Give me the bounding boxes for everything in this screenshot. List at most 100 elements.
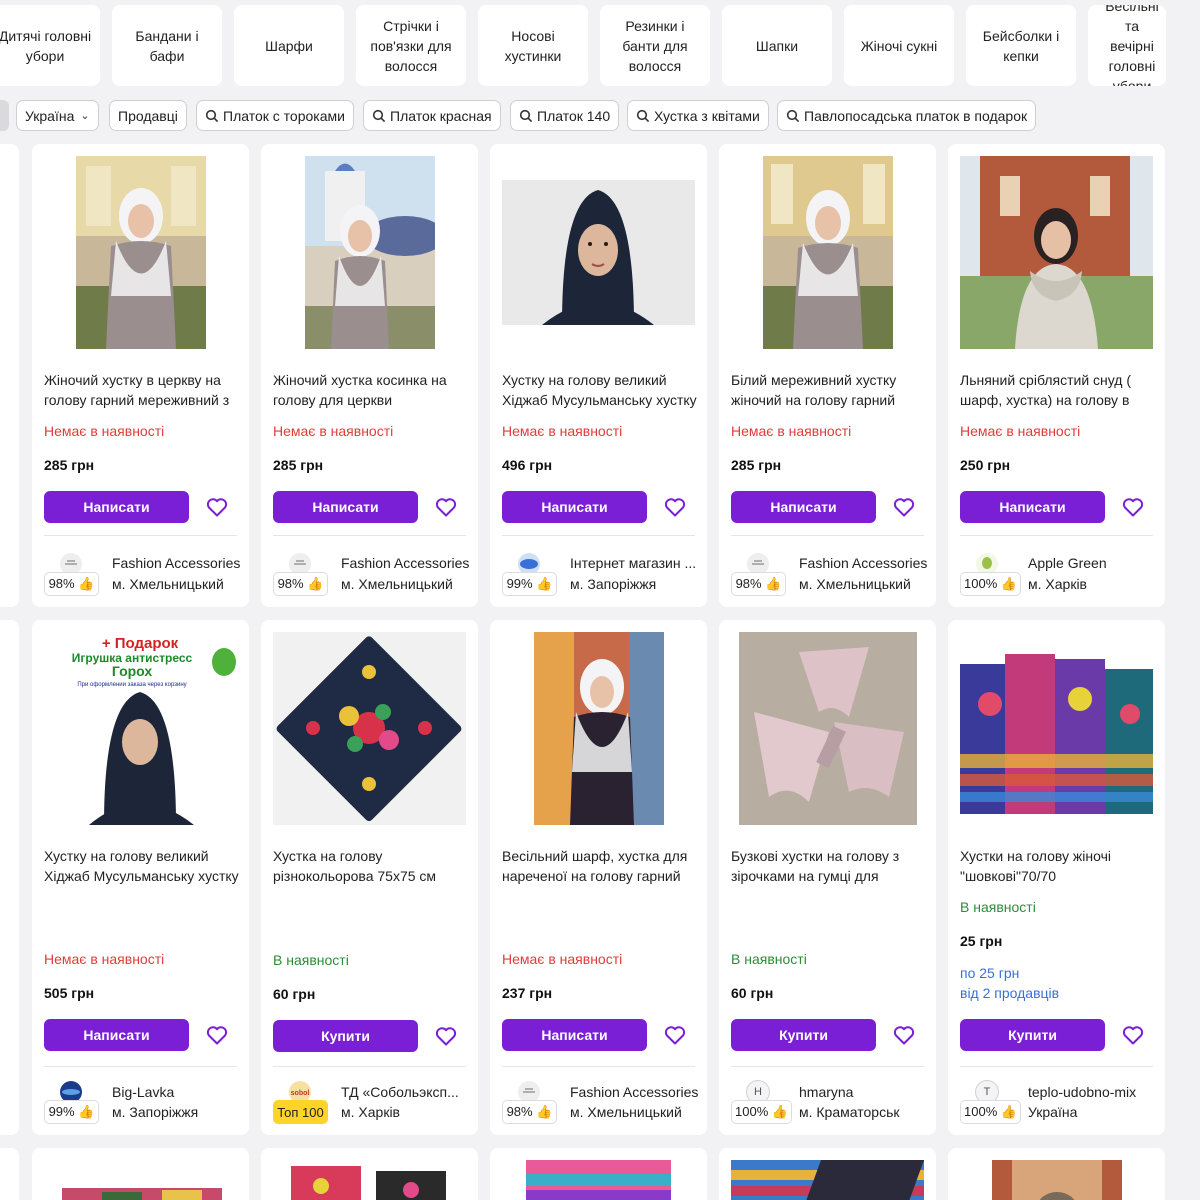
product-image[interactable] (526, 1160, 671, 1200)
seller-name[interactable]: Apple Green (1028, 555, 1158, 571)
product-title[interactable]: Жіночий хустка косинка на голову для цер… (273, 370, 469, 410)
product-title[interactable]: Хустки на голову жіночі "шовкові"70/70 (960, 846, 1156, 886)
price-from-link[interactable]: по 25 грн (960, 963, 1019, 983)
category-handkerchiefs[interactable]: Носові хустинки (478, 5, 588, 86)
heart-icon[interactable] (892, 495, 916, 519)
write-button[interactable]: Написати (731, 491, 876, 523)
buy-button[interactable]: Купити (731, 1019, 876, 1051)
seller-rating: 99% 👍 (502, 572, 557, 596)
seller-name[interactable]: ТД «Собольэксп... (341, 1084, 471, 1100)
divider (731, 1066, 924, 1067)
search-chip-torokamy[interactable]: Платок с тороками (196, 100, 354, 131)
product-price: 496 грн (502, 457, 553, 473)
product-card[interactable] (719, 1148, 936, 1200)
category-hair-ribbons[interactable]: Стрічки і пов'язки для волосся (356, 5, 466, 86)
seller-name[interactable]: Fashion Accessories (799, 555, 929, 571)
write-button[interactable]: Написати (502, 1019, 647, 1051)
seller-name[interactable]: teplo-udobno-mix (1028, 1084, 1158, 1100)
seller-name[interactable]: hmaryna (799, 1084, 929, 1100)
search-chip-pavlopasad[interactable]: Павлопосадська платок в подарок (777, 100, 1037, 131)
seller-name[interactable]: Fashion Accessories (112, 555, 242, 571)
product-card[interactable] (261, 1148, 478, 1200)
product-title[interactable]: Хустку на голову великий Хіджаб Мусульма… (502, 370, 698, 410)
heart-icon[interactable] (1121, 1023, 1145, 1047)
category-dresses[interactable]: Жіночі сукні (844, 5, 954, 86)
buy-button[interactable]: Купити (960, 1019, 1105, 1051)
product-image[interactable] (992, 1160, 1122, 1200)
product-card[interactable]: Жіночий хустка косинка на голову для цер… (261, 144, 478, 607)
product-image[interactable] (273, 632, 466, 825)
write-button[interactable]: Написати (960, 491, 1105, 523)
heart-icon[interactable] (205, 495, 229, 519)
product-card[interactable]: Бузкові хустки на голову з зірочками на … (719, 620, 936, 1135)
product-photo-hijab-promo: + Подарок Игрушка антистресс Горох При о… (44, 632, 237, 825)
category-hats[interactable]: Шапки (722, 5, 832, 86)
seller-name[interactable]: Інтернет магазин ... (570, 555, 700, 571)
product-card[interactable] (490, 1148, 707, 1200)
product-card[interactable]: Хустки на голову жіночі "шовкові"70/70 В… (948, 620, 1165, 1135)
category-wedding-headwear[interactable]: Весільні та вечірні головні убори (1088, 5, 1166, 86)
product-card[interactable]: Хустка на голову різнокольорова 75х75 см… (261, 620, 478, 1135)
search-icon (372, 109, 386, 122)
product-image[interactable] (281, 1156, 461, 1200)
search-chip-flowers[interactable]: Хустка з квітами (627, 100, 769, 131)
product-title[interactable]: Хустку на голову великий Хіджаб Мусульма… (44, 846, 240, 886)
product-title[interactable]: Жіночий хустку в церкву на голову гарний… (44, 370, 240, 410)
product-image[interactable] (731, 1160, 924, 1200)
buy-button[interactable]: Купити (273, 1020, 418, 1052)
product-card[interactable]: Жіночий хустку в церкву на голову гарний… (32, 144, 249, 607)
category-scarves[interactable]: Шарфи (234, 5, 344, 86)
seller-rating: 98% 👍 (44, 572, 99, 596)
product-image[interactable] (731, 156, 924, 349)
divider (960, 535, 1153, 536)
seller-name[interactable]: Fashion Accessories (341, 555, 471, 571)
product-card[interactable]: Хустку на голову великий Хіджаб Мусульма… (490, 144, 707, 607)
category-hair-ties[interactable]: Резинки і банти для волосся (600, 5, 710, 86)
heart-icon[interactable] (663, 1023, 687, 1047)
product-card[interactable]: + Подарок Игрушка антистресс Горох При о… (32, 620, 249, 1135)
divider (731, 535, 924, 536)
product-image[interactable]: + Подарок Игрушка антистресс Горох При о… (44, 632, 237, 825)
product-image[interactable] (731, 632, 924, 825)
category-bandanas[interactable]: Бандани і бафи (112, 5, 222, 86)
product-title[interactable]: Бузкові хустки на голову з зірочками на … (731, 846, 927, 886)
sellers-count-link[interactable]: від 2 продавців (960, 983, 1059, 1003)
heart-icon[interactable] (1121, 495, 1145, 519)
category-caps[interactable]: Бейсболки і кепки (966, 5, 1076, 86)
sellers-filter[interactable]: Продавці (109, 100, 187, 131)
seller-name[interactable]: Big-Lavka (112, 1084, 242, 1100)
product-image[interactable] (502, 156, 695, 349)
product-title[interactable]: Білий мереживний хустку жіночий на голов… (731, 370, 927, 410)
product-image[interactable] (44, 156, 237, 349)
product-title[interactable]: Весільний шарф, хустка для нареченої на … (502, 846, 698, 886)
product-card[interactable] (32, 1148, 249, 1200)
write-button[interactable]: Написати (273, 491, 418, 523)
product-card[interactable] (948, 1148, 1165, 1200)
search-chip-140[interactable]: Платок 140 (510, 100, 620, 131)
product-image[interactable] (273, 156, 466, 349)
heart-icon[interactable] (663, 495, 687, 519)
product-title[interactable]: Хустка на голову різнокольорова 75х75 см (273, 846, 469, 886)
search-icon (519, 109, 533, 122)
write-button[interactable]: Написати (502, 491, 647, 523)
product-card[interactable]: Льняний сріблястий снуд ( шарф, хустка) … (948, 144, 1165, 607)
country-dropdown[interactable]: Україна ⌄ (16, 100, 99, 131)
heart-icon[interactable] (434, 1024, 458, 1048)
product-image[interactable] (960, 156, 1153, 349)
search-chip-red[interactable]: Платок красная (363, 100, 501, 131)
category-kids-hats[interactable]: Дитячі головні убори (0, 5, 100, 86)
divider (273, 1066, 466, 1067)
write-button[interactable]: Написати (44, 1019, 189, 1051)
heart-icon[interactable] (434, 495, 458, 519)
seller-name[interactable]: Fashion Accessories (570, 1084, 700, 1100)
product-title[interactable]: Льняний сріблястий снуд ( шарф, хустка) … (960, 370, 1156, 410)
heart-icon[interactable] (205, 1023, 229, 1047)
heart-icon[interactable] (892, 1023, 916, 1047)
product-card[interactable]: Білий мереживний хустку жіночий на голов… (719, 144, 936, 607)
write-button[interactable]: Написати (44, 491, 189, 523)
product-image[interactable] (502, 632, 695, 825)
product-image[interactable] (62, 1178, 222, 1200)
product-card[interactable]: Весільний шарф, хустка для нареченої на … (490, 620, 707, 1135)
product-image[interactable] (960, 632, 1153, 825)
search-chip-label: Платок 140 (537, 107, 611, 124)
